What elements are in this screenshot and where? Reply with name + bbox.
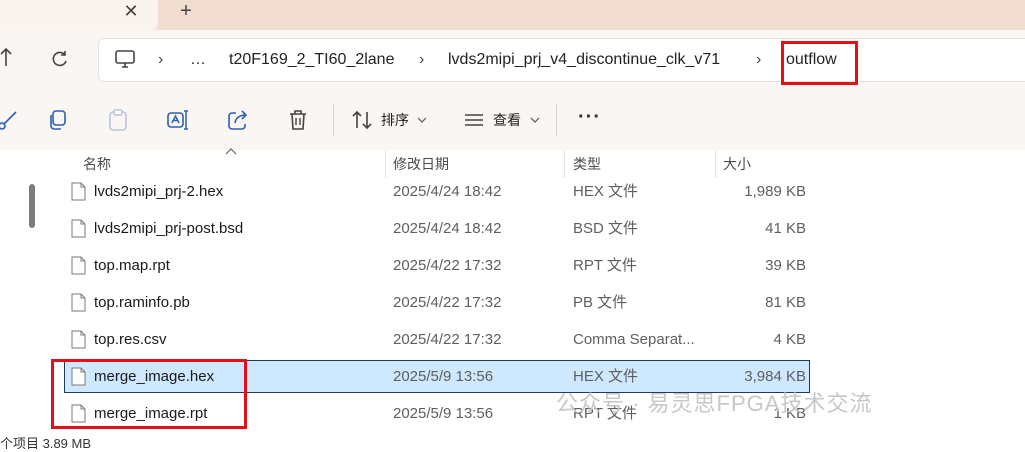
highlight-box-merge-files — [51, 359, 247, 429]
computer-icon[interactable] — [114, 48, 136, 70]
cut-icon[interactable] — [0, 108, 20, 132]
file-modified-date: 2025/4/22 17:32 — [393, 331, 502, 348]
file-icon — [71, 219, 86, 238]
toolbar-divider — [556, 104, 557, 136]
paste-icon[interactable] — [106, 108, 130, 132]
close-tab-icon[interactable]: ✕ — [120, 0, 142, 22]
breadcrumb-separator: › — [419, 51, 425, 68]
watermark: 公众号 · 易灵思FPGA技术交流 — [556, 391, 873, 416]
copy-icon[interactable] — [46, 108, 70, 132]
scrollbar-thumb[interactable] — [29, 184, 35, 228]
view-icon[interactable] — [462, 108, 486, 132]
file-size: 41 KB — [765, 220, 806, 237]
share-icon[interactable] — [226, 108, 250, 132]
column-divider[interactable] — [385, 150, 386, 178]
column-divider[interactable] — [564, 150, 565, 178]
file-name: top.res.csv — [94, 331, 167, 348]
file-modified-date: 2025/4/22 17:32 — [393, 257, 502, 274]
file-icon — [71, 182, 86, 201]
sort-button[interactable]: 排序 — [381, 111, 409, 129]
file-name: top.raminfo.pb — [94, 294, 190, 311]
file-type: RPT 文件 — [573, 257, 637, 274]
file-name: top.map.rpt — [94, 257, 170, 274]
toolbar-divider — [333, 104, 334, 136]
breadcrumb-item-project[interactable]: t20F169_2_TI60_2lane — [229, 50, 394, 70]
column-header-name[interactable]: 名称 — [83, 155, 111, 173]
file-type: Comma Separat... — [573, 331, 695, 348]
file-name: lvds2mipi_prj-2.hex — [94, 183, 224, 200]
breadcrumb-separator: › — [756, 51, 762, 68]
file-size: 4 KB — [773, 331, 806, 348]
file-type: BSD 文件 — [573, 220, 639, 237]
chevron-down-icon — [417, 117, 427, 123]
breadcrumb-item-subproject[interactable]: lvds2mipi_prj_v4_discontinue_clk_v71 — [448, 50, 720, 70]
column-divider[interactable] — [715, 150, 716, 178]
highlight-box-outflow — [781, 41, 858, 85]
sort-ascending-icon[interactable] — [225, 148, 237, 155]
file-icon — [71, 293, 86, 312]
view-button[interactable]: 查看 — [493, 111, 521, 129]
file-modified-date: 2025/4/24 18:42 — [393, 220, 502, 237]
up-arrow-icon[interactable] — [0, 48, 14, 70]
rename-icon[interactable] — [166, 108, 190, 132]
file-modified-date: 2025/4/24 18:42 — [393, 183, 502, 200]
chevron-down-icon — [530, 117, 540, 123]
file-size: 39 KB — [765, 257, 806, 274]
file-icon — [71, 330, 86, 349]
sort-icon[interactable] — [350, 108, 374, 132]
breadcrumb-overflow[interactable]: … — [190, 50, 206, 70]
breadcrumb-separator: › — [158, 51, 164, 68]
file-modified-date: 2025/5/9 13:56 — [393, 405, 494, 422]
status-bar: 个项目 3.89 MB — [0, 436, 92, 451]
column-header-type[interactable]: 类型 — [573, 155, 601, 173]
refresh-icon[interactable] — [50, 49, 70, 69]
file-modified-date: 2025/5/9 13:56 — [393, 368, 494, 385]
file-size: 3,984 KB — [744, 368, 806, 385]
file-type: HEX 文件 — [573, 183, 639, 200]
file-size: 1,989 KB — [744, 183, 806, 200]
file-size: 81 KB — [765, 294, 806, 311]
more-options-button[interactable]: ··· — [578, 106, 601, 129]
file-type: HEX 文件 — [573, 368, 639, 385]
column-header-size[interactable]: 大小 — [723, 155, 751, 173]
delete-icon[interactable] — [286, 108, 310, 132]
file-modified-date: 2025/4/22 17:32 — [393, 294, 502, 311]
file-name: lvds2mipi_prj-post.bsd — [94, 220, 244, 237]
new-tab-icon[interactable]: + — [174, 0, 198, 22]
file-type: PB 文件 — [573, 294, 628, 311]
file-icon — [71, 256, 86, 275]
column-header-modified[interactable]: 修改日期 — [393, 155, 449, 173]
